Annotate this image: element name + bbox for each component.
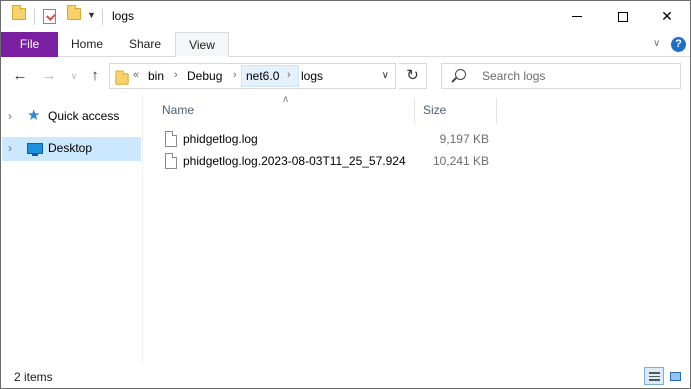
breadcrumb-separator-icon[interactable]: › [174, 69, 178, 81]
file-size: 9,197 KB [439, 132, 489, 146]
column-divider[interactable] [414, 98, 415, 124]
sidebar-item-label: Quick access [48, 109, 120, 123]
large-icons-view-icon [670, 372, 681, 381]
window-title: logs [112, 9, 135, 23]
item-count: 2 items [14, 370, 53, 384]
status-bar: 2 items [1, 364, 690, 388]
tab-view[interactable]: View [175, 32, 229, 57]
star-icon: ★ [27, 107, 41, 124]
expand-ribbon-chevron-icon[interactable]: ∨ [653, 38, 660, 49]
sidebar-item-desktop[interactable]: › Desktop [2, 137, 141, 161]
breadcrumb-separator-icon[interactable]: › [287, 69, 291, 81]
expand-chevron-icon[interactable]: › [8, 109, 12, 123]
column-header-size[interactable]: Size [423, 103, 493, 123]
minimize-button[interactable] [554, 1, 600, 32]
column-header-name[interactable]: Name [162, 103, 412, 123]
address-dropdown-chevron-icon[interactable]: ∨ [382, 70, 389, 81]
breadcrumb-separator-icon[interactable]: › [233, 69, 237, 81]
file-row[interactable]: phidgetlog.log.2023-08-03T11_25_57.924 1… [158, 152, 498, 172]
help-icon[interactable]: ? [671, 37, 686, 52]
tab-home[interactable]: Home [61, 32, 113, 57]
tab-file[interactable]: File [1, 32, 58, 57]
sidebar-item-quick-access[interactable]: › ★ Quick access [2, 105, 141, 129]
file-name: phidgetlog.log.2023-08-03T11_25_57.924 [183, 154, 406, 168]
file-row[interactable]: phidgetlog.log 9,197 KB [158, 130, 498, 150]
folder-icon [115, 70, 129, 85]
breadcrumb-net6[interactable]: net6.0 [246, 69, 279, 83]
sidebar-item-label: Desktop [48, 141, 93, 155]
breadcrumb-logs[interactable]: logs [301, 69, 323, 83]
recent-locations-dropdown-icon[interactable]: ∨ [64, 66, 84, 86]
file-list: ∧ Name Size phidgetlog.log 9,197 KB phid… [144, 94, 690, 363]
column-divider[interactable] [496, 98, 497, 124]
navigation-bar: ← → ∨ ↑ « bin › Debug › net6.0 › logs ∨ … [1, 58, 690, 94]
desktop-icon [27, 143, 43, 156]
search-box[interactable] [441, 63, 681, 89]
explorer-window: ▼ logs ✕ File Home Share View ∨ ? ← → ∨ … [0, 0, 691, 389]
details-view-button[interactable] [644, 367, 664, 385]
search-icon [455, 69, 466, 80]
details-view-icon [649, 372, 660, 381]
back-arrow-icon[interactable]: ← [10, 66, 30, 86]
new-folder-icon[interactable] [67, 5, 81, 20]
document-icon [165, 153, 177, 169]
breadcrumb-debug[interactable]: Debug [187, 69, 222, 83]
search-input[interactable] [482, 69, 672, 83]
breadcrumb-overflow[interactable]: « [133, 69, 139, 81]
close-icon: ✕ [661, 8, 673, 24]
maximize-icon [618, 11, 628, 22]
ribbon-tabs: File Home Share View ∨ ? [1, 32, 690, 57]
close-button[interactable]: ✕ [644, 1, 690, 32]
expand-chevron-icon[interactable]: › [8, 141, 12, 155]
file-size: 10,241 KB [432, 154, 489, 168]
refresh-icon[interactable]: ↻ [399, 63, 427, 89]
properties-icon[interactable] [43, 9, 56, 24]
quick-access-divider [34, 9, 35, 25]
forward-arrow-icon[interactable]: → [39, 66, 59, 86]
breadcrumb-bin[interactable]: bin [148, 69, 164, 83]
maximize-button[interactable] [600, 1, 646, 32]
address-bar[interactable]: « bin › Debug › net6.0 › logs ∨ [109, 63, 396, 89]
folder-icon[interactable] [12, 5, 26, 20]
title-divider [102, 9, 103, 25]
file-name: phidgetlog.log [183, 132, 258, 146]
tab-share[interactable]: Share [118, 32, 172, 57]
minimize-icon [572, 16, 582, 17]
navigation-pane: › ★ Quick access › Desktop [1, 95, 143, 363]
large-icons-view-button[interactable] [665, 367, 685, 385]
customize-quick-access-dropdown-icon[interactable]: ▼ [87, 10, 96, 20]
up-arrow-icon[interactable]: ↑ [85, 66, 105, 86]
title-bar: ▼ logs ✕ [1, 1, 690, 32]
document-icon [165, 131, 177, 147]
